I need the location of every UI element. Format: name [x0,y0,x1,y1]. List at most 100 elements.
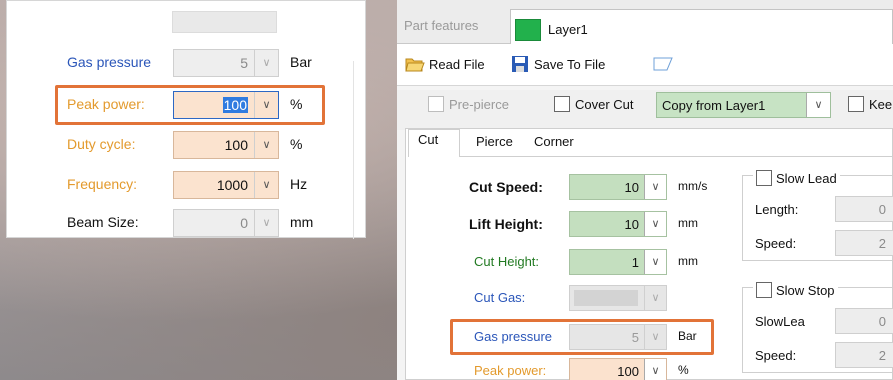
cut-speed-input[interactable]: 10 ∨ [569,174,667,200]
lift-height-value: 10 [624,217,639,232]
duty-cycle-input[interactable]: 100 ∨ [173,131,279,159]
cut-height-unit: mm [678,254,698,268]
cut-speed-value: 10 [624,180,639,195]
slow-lead-speed-row: Speed: 2 [751,230,893,256]
slowlead-value: 0 [878,314,886,329]
length-value: 0 [878,202,886,217]
cut-gas-label: Cut Gas: [474,290,526,305]
slow-lead-title: Slow Lead [753,167,840,186]
toolbar: Read File Save To File [397,44,893,86]
duty-cycle-label: Duty cycle: [67,136,136,152]
duty-cycle-row: Duty cycle: 100 ∨ % [7,129,347,159]
gas-pressure-value: 5 [240,55,248,71]
chevron-down-icon[interactable]: ∨ [254,132,278,158]
layer-color-swatch [515,19,541,41]
peak-power-label-right: Peak power: [474,363,547,378]
cut-gas-value-area [574,290,638,306]
chevron-down-icon[interactable]: ∨ [644,286,666,310]
frequency-unit: Hz [290,176,308,192]
folder-open-icon [405,58,425,72]
cut-speed-row: Cut Speed: 10 ∨ mm/s [406,172,736,202]
lift-height-label: Lift Height: [469,216,543,232]
tab-cut-label[interactable]: Cut [418,132,438,147]
note-icon[interactable] [652,54,674,74]
slow-lead-label: Slow Lead [776,171,837,186]
speed-input[interactable]: 2 [835,230,893,256]
cut-speed-label: Cut Speed: [469,179,543,195]
beam-size-input[interactable]: 0 ∨ [173,209,279,237]
chevron-down-icon[interactable]: ∨ [644,359,666,380]
chevron-down-icon[interactable]: ∨ [644,212,666,236]
tab-layer1[interactable]: Layer1 [510,9,893,45]
peak-power-input-right[interactable]: 100 ∨ [569,358,667,380]
tab-layer1-label: Layer1 [548,22,588,37]
chevron-down-icon[interactable]: ∨ [644,250,666,274]
length-label: Length: [755,202,799,217]
lift-height-unit: mm [678,216,698,230]
gas-pressure-label: Gas pressure [67,54,152,70]
speed-value: 2 [878,236,886,251]
tab-pierce[interactable]: Pierce [476,134,513,149]
stop-speed-label: Speed: [755,348,797,363]
frequency-value: 1000 [216,177,248,193]
keep-label: Keep [869,97,893,112]
frequency-label: Frequency: [67,176,138,192]
read-file-button[interactable]: Read File [405,54,505,76]
cut-height-label: Cut Height: [474,254,540,269]
chevron-down-icon[interactable]: ∨ [254,210,278,236]
tab-corner[interactable]: Corner [534,134,574,149]
lift-height-row: Lift Height: 10 ∨ mm [406,209,736,239]
cover-cut-label: Cover Cut [575,97,634,112]
slowlead-input[interactable]: 0 [835,308,893,334]
cut-height-input[interactable]: 1 ∨ [569,249,667,275]
gas-pressure-input[interactable]: 5 ∨ [173,49,279,77]
slow-stop-title: Slow Stop [753,279,838,298]
chevron-down-icon[interactable]: ∨ [254,50,278,76]
stop-speed-input[interactable]: 2 [835,342,893,368]
slow-stop-speed-row: Speed: 2 [751,342,893,368]
stop-speed-value: 2 [878,348,886,363]
save-to-file-button[interactable]: Save To File [510,54,620,76]
peak-power-value-right: 100 [617,364,639,379]
length-input[interactable]: 0 [835,196,893,222]
cut-gas-select[interactable]: ∨ [569,285,667,311]
peak-power-highlight [55,85,325,125]
tab-underline [460,156,893,157]
slowlead-label: SlowLea [755,314,805,329]
peak-power-unit-right: % [678,363,689,377]
chevron-down-icon[interactable]: ∨ [644,175,666,199]
chevron-down-icon[interactable]: ∨ [806,93,830,117]
cut-height-value: 1 [631,255,639,270]
frequency-row: Frequency: 1000 ∨ Hz [7,169,347,199]
frequency-input[interactable]: 1000 ∨ [173,171,279,199]
tab-bar: Part features Layer1 [397,0,893,45]
slow-stop-checkbox[interactable] [756,282,772,298]
tab-part-features[interactable]: Part features [400,14,486,40]
layer-settings-window: Part features Layer1 Read File Save To F… [397,0,893,380]
duty-cycle-unit: % [290,136,303,152]
cover-cut-checkbox[interactable] [554,96,570,112]
duty-cycle-value: 100 [224,137,248,153]
peak-power-row-right: Peak power: 100 ∨ % [406,356,736,380]
pre-pierce-checkbox[interactable] [428,96,444,112]
lift-height-input[interactable]: 10 ∨ [569,211,667,237]
cut-gas-row: Cut Gas: ∨ [406,283,736,313]
copy-from-layer-select[interactable]: Copy from Layer1 ∨ [656,92,831,118]
sub-tab-bar: Cut Pierce Corner [406,129,893,157]
gas-pressure-highlight [450,319,714,355]
cut-height-row: Cut Height: 1 ∨ mm [406,247,736,277]
slow-stop-slowlead-row: SlowLea 0 [751,308,893,334]
slow-lead-length-row: Length: 0 [751,196,893,222]
beam-size-unit: mm [290,214,314,230]
cut-parameters-panel: Cut Pierce Corner Cut Speed: 10 ∨ mm/s L… [405,128,893,380]
slow-lead-checkbox[interactable] [756,170,772,186]
slow-stop-label: Slow Stop [776,283,835,298]
save-disk-icon [512,56,528,72]
chevron-down-icon[interactable]: ∨ [254,172,278,198]
beam-size-label: Beam Size: [67,214,139,230]
cut-speed-unit: mm/s [678,179,708,193]
keep-checkbox[interactable] [848,96,864,112]
read-file-label: Read File [429,57,485,72]
cut-off-field [172,11,277,33]
beam-size-value: 0 [240,215,248,231]
